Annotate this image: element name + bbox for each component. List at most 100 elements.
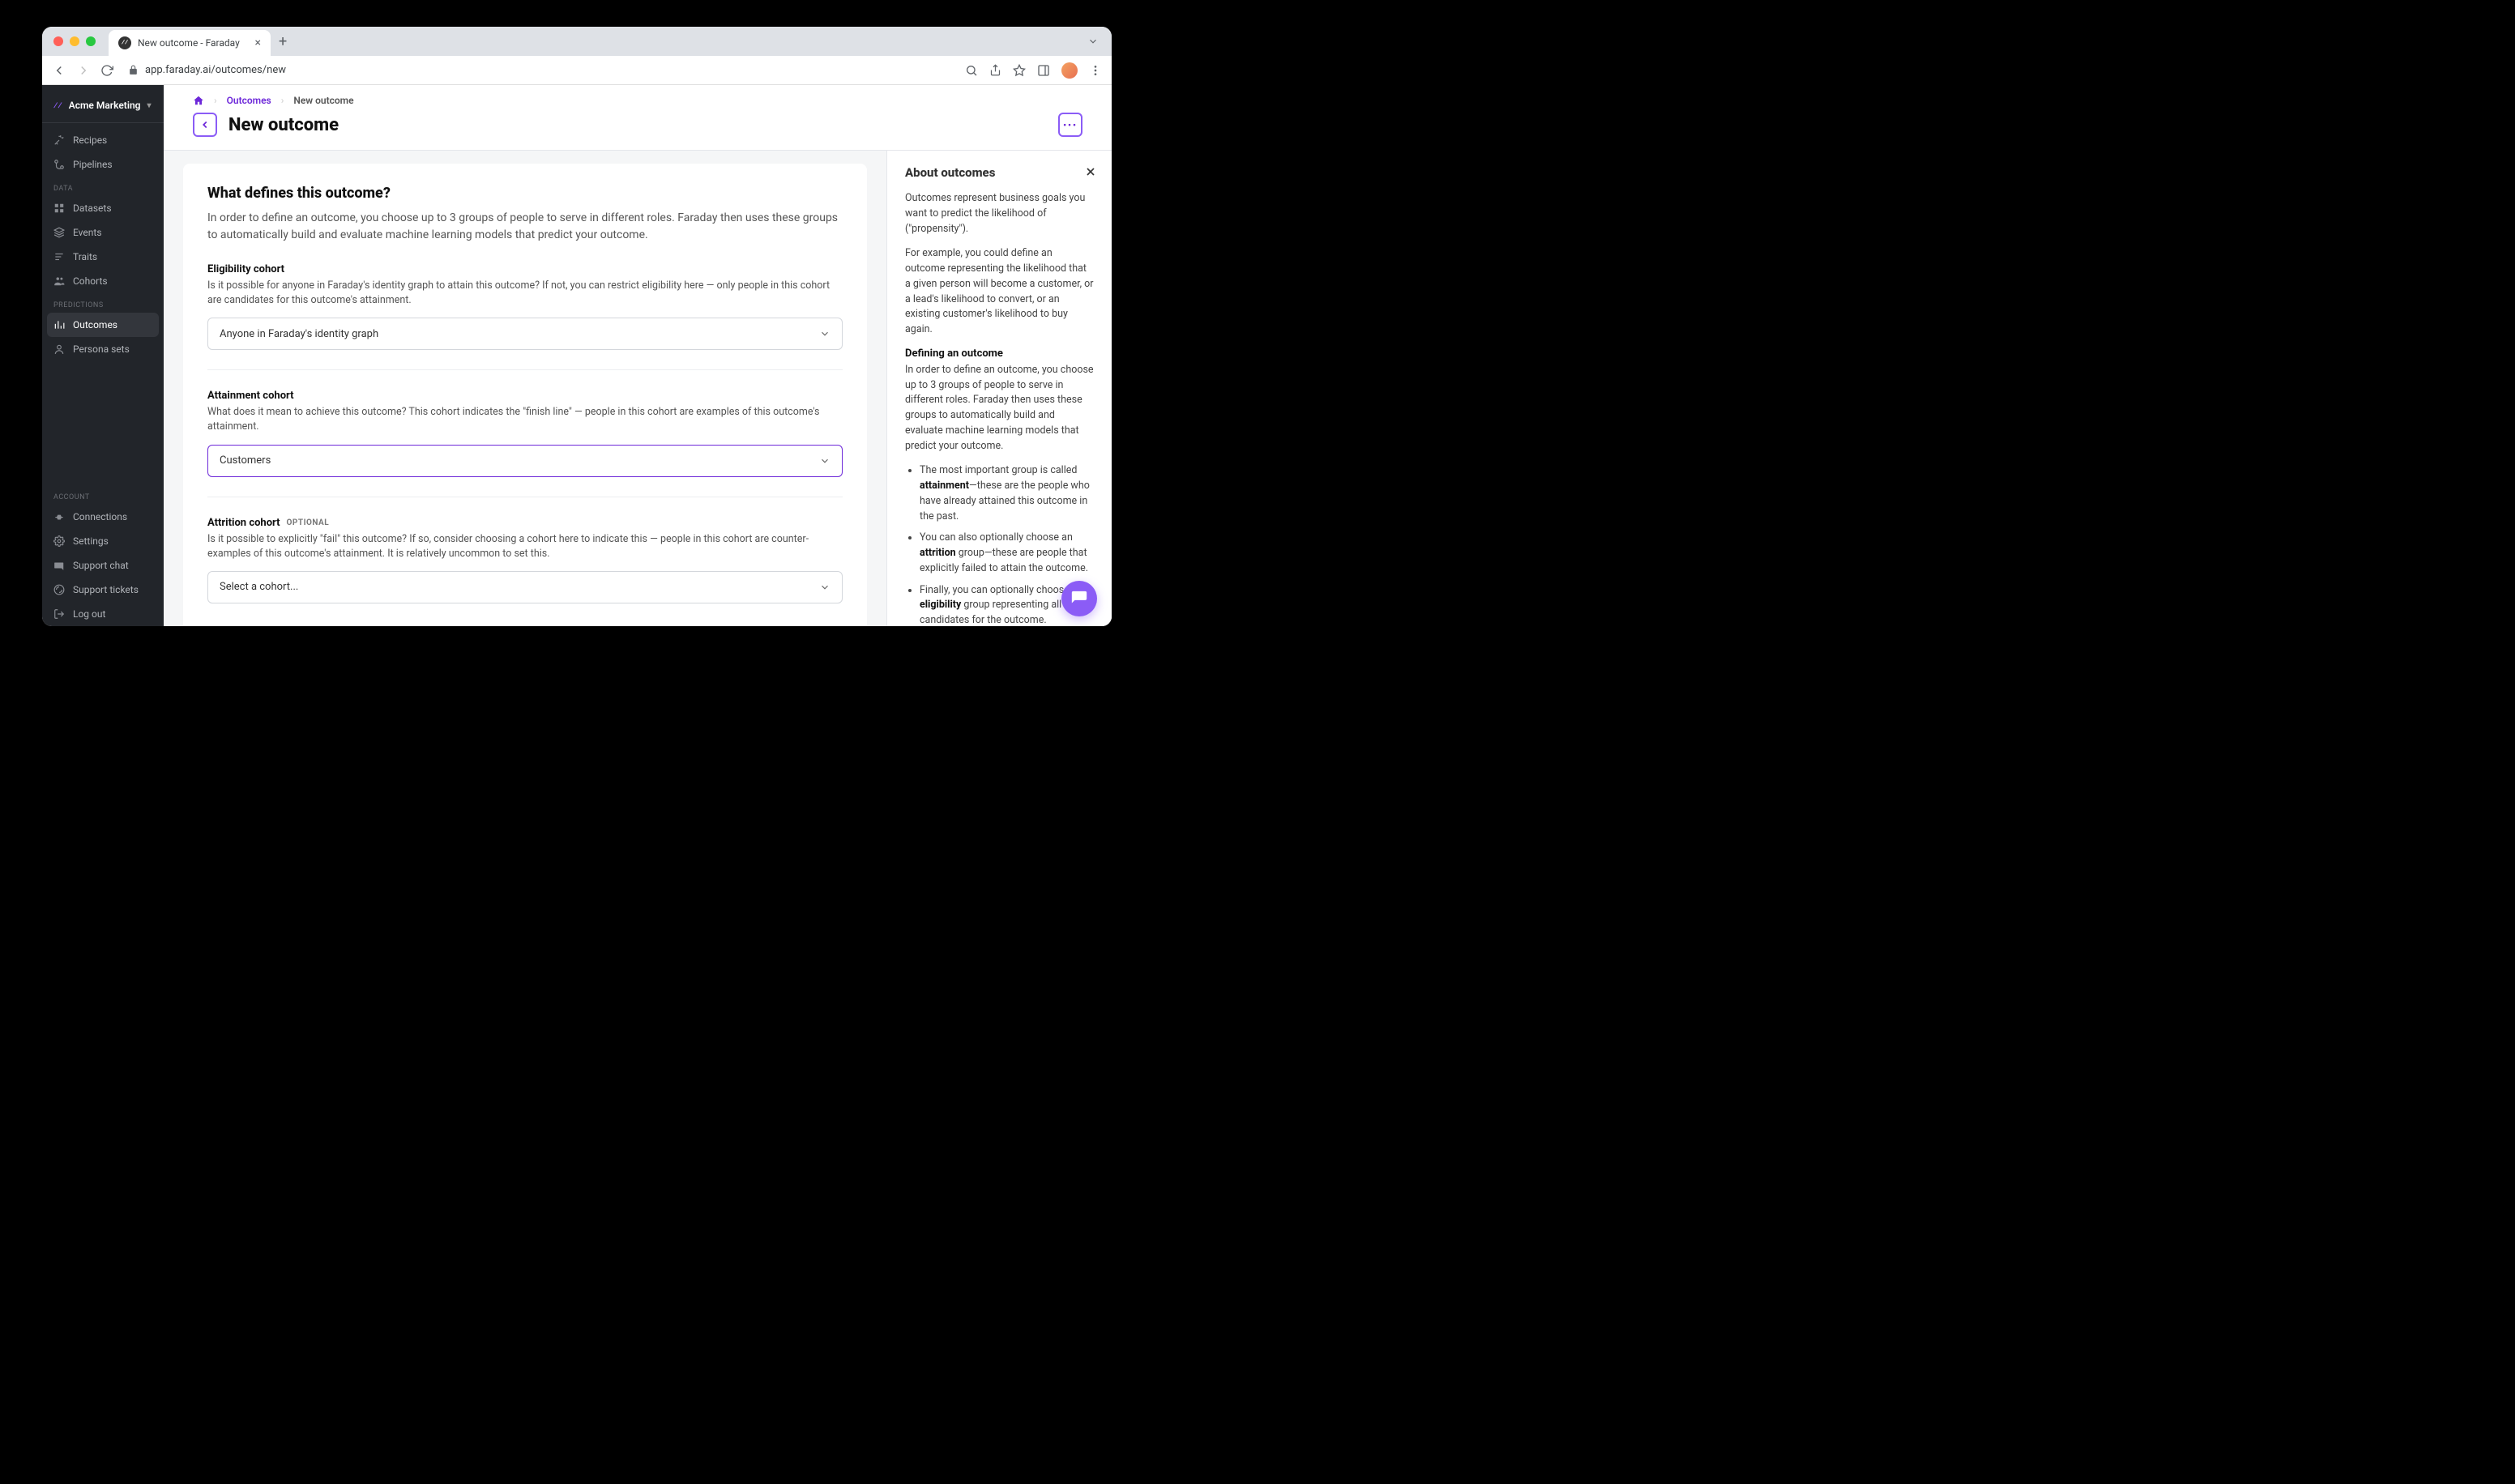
definition-card: What defines this outcome? In order to d… bbox=[183, 164, 867, 626]
breadcrumb-separator: › bbox=[214, 95, 217, 106]
sidebar-item-outcomes[interactable]: Outcomes bbox=[47, 313, 159, 337]
optional-badge: OPTIONAL bbox=[287, 518, 330, 527]
sidebar-item-label: Pipelines bbox=[73, 159, 113, 170]
field-attrition: Attrition cohort OPTIONAL Is it possible… bbox=[207, 517, 843, 603]
help-title: About outcomes bbox=[905, 165, 1094, 180]
profile-avatar[interactable] bbox=[1061, 62, 1078, 79]
url-text: app.faraday.ai/outcomes/new bbox=[145, 64, 286, 76]
page-header: New outcome ••• bbox=[164, 109, 1112, 150]
sidebar: ⁄⁄ Acme Marketing ▾ Recipes Pipelines DA… bbox=[42, 85, 164, 626]
share-icon[interactable] bbox=[989, 64, 1001, 76]
address-bar: app.faraday.ai/outcomes/new bbox=[42, 56, 1112, 85]
card-lead: In order to define an outcome, you choos… bbox=[207, 210, 843, 244]
sidebar-item-connections[interactable]: Connections bbox=[42, 505, 164, 529]
sidebar-item-support-chat[interactable]: Support chat bbox=[42, 553, 164, 578]
window-minimize-button[interactable] bbox=[70, 36, 79, 46]
main: › Outcomes › New outcome New outcome •••… bbox=[164, 85, 1112, 626]
select-value: Select a cohort... bbox=[220, 581, 298, 593]
select-value: Anyone in Faraday's identity graph bbox=[220, 328, 378, 340]
sidebar-item-label: Recipes bbox=[73, 134, 107, 146]
divider bbox=[42, 122, 164, 123]
breadcrumb-current: New outcome bbox=[293, 95, 353, 106]
sidebar-item-label: Support tickets bbox=[73, 584, 139, 595]
chevron-down-icon bbox=[819, 455, 831, 467]
field-label: Eligibility cohort bbox=[207, 263, 843, 275]
chevron-down-icon bbox=[819, 328, 831, 339]
sidebar-item-label: Connections bbox=[73, 511, 127, 522]
close-help-button[interactable] bbox=[1084, 165, 1097, 178]
eligibility-select[interactable]: Anyone in Faraday's identity graph bbox=[207, 318, 843, 350]
sidebar-section-account: ACCOUNT bbox=[42, 485, 164, 505]
attainment-select[interactable]: Customers bbox=[207, 445, 843, 477]
sidebar-item-label: Settings bbox=[73, 535, 109, 547]
help-subheading: Defining an outcome bbox=[905, 348, 1094, 360]
home-icon[interactable] bbox=[193, 95, 204, 106]
sidebar-item-persona-sets[interactable]: Persona sets bbox=[42, 337, 164, 361]
card-heading: What defines this outcome? bbox=[207, 185, 843, 202]
list-item: You can also optionally choose an attrit… bbox=[920, 531, 1094, 576]
zoom-icon[interactable] bbox=[965, 64, 978, 77]
sidebar-item-traits[interactable]: Traits bbox=[42, 245, 164, 269]
window-maximize-button[interactable] bbox=[86, 36, 96, 46]
caret-down-icon: ▾ bbox=[147, 101, 151, 110]
sidebar-item-datasets[interactable]: Datasets bbox=[42, 196, 164, 220]
tab-close-button[interactable]: × bbox=[255, 36, 261, 49]
tab-favicon: ⁄⁄ bbox=[118, 36, 131, 49]
help-paragraph: For example, you could define an outcome… bbox=[905, 246, 1094, 338]
more-actions-button[interactable]: ••• bbox=[1058, 113, 1082, 137]
url-field[interactable]: app.faraday.ai/outcomes/new bbox=[123, 64, 955, 76]
list-item: The most important group is called attai… bbox=[920, 463, 1094, 524]
browser-menu-icon[interactable] bbox=[1089, 64, 1102, 77]
sidebar-item-label: Outcomes bbox=[73, 319, 117, 330]
browser-right-icons bbox=[965, 62, 1102, 79]
sidebar-item-recipes[interactable]: Recipes bbox=[42, 128, 164, 152]
tabs-dropdown-button[interactable] bbox=[1087, 36, 1099, 47]
content-row: What defines this outcome? In order to d… bbox=[164, 151, 1112, 626]
lock-icon bbox=[128, 65, 139, 75]
sidebar-item-pipelines[interactable]: Pipelines bbox=[42, 152, 164, 177]
sidebar-item-logout[interactable]: Log out bbox=[42, 602, 164, 626]
sidebar-item-label: Cohorts bbox=[73, 275, 108, 287]
select-value: Customers bbox=[220, 454, 271, 467]
help-paragraph: In order to define an outcome, you choos… bbox=[905, 363, 1094, 454]
chat-widget-button[interactable] bbox=[1061, 581, 1097, 616]
help-paragraph: Outcomes represent business goals you wa… bbox=[905, 191, 1094, 237]
field-attainment: Attainment cohort What does it mean to a… bbox=[207, 390, 843, 476]
field-description: Is it possible for anyone in Faraday's i… bbox=[207, 279, 843, 308]
back-button[interactable] bbox=[193, 113, 217, 137]
tab-bar: ⁄⁄ New outcome - Faraday × + bbox=[42, 27, 1112, 56]
sidebar-item-settings[interactable]: Settings bbox=[42, 529, 164, 553]
chevron-down-icon bbox=[819, 582, 831, 593]
nav-reload-button[interactable] bbox=[100, 64, 113, 77]
nav-back-button[interactable] bbox=[52, 63, 66, 78]
sidebar-item-label: Support chat bbox=[73, 560, 129, 571]
divider bbox=[207, 369, 843, 370]
field-eligibility: Eligibility cohort Is it possible for an… bbox=[207, 263, 843, 350]
sidebar-section-data: DATA bbox=[42, 177, 164, 196]
sidebar-item-label: Traits bbox=[73, 251, 97, 262]
sidebar-item-cohorts[interactable]: Cohorts bbox=[42, 269, 164, 293]
field-label: Attainment cohort bbox=[207, 390, 843, 402]
app-root: ⁄⁄ Acme Marketing ▾ Recipes Pipelines DA… bbox=[42, 85, 1112, 626]
sidebar-item-label: Events bbox=[73, 227, 102, 238]
org-switcher[interactable]: ⁄⁄ Acme Marketing ▾ bbox=[42, 93, 164, 117]
sidepanel-icon[interactable] bbox=[1037, 64, 1050, 77]
window-close-button[interactable] bbox=[53, 36, 63, 46]
form-column: What defines this outcome? In order to d… bbox=[164, 151, 886, 626]
new-tab-button[interactable]: + bbox=[279, 33, 287, 50]
browser-tab[interactable]: ⁄⁄ New outcome - Faraday × bbox=[109, 30, 271, 56]
sidebar-item-support-tickets[interactable]: Support tickets bbox=[42, 578, 164, 602]
help-panel: About outcomes Outcomes represent busine… bbox=[886, 151, 1112, 626]
field-description: What does it mean to achieve this outcom… bbox=[207, 405, 843, 434]
window-controls bbox=[53, 36, 96, 46]
attrition-select[interactable]: Select a cohort... bbox=[207, 571, 843, 603]
nav-forward-button[interactable] bbox=[76, 63, 91, 78]
field-label: Attrition cohort OPTIONAL bbox=[207, 517, 843, 529]
sidebar-item-label: Datasets bbox=[73, 203, 112, 214]
field-description: Is it possible to explicitly "fail" this… bbox=[207, 532, 843, 561]
breadcrumb: › Outcomes › New outcome bbox=[164, 85, 1112, 109]
tab-title: New outcome - Faraday bbox=[138, 37, 240, 49]
sidebar-item-events[interactable]: Events bbox=[42, 220, 164, 245]
breadcrumb-outcomes[interactable]: Outcomes bbox=[227, 95, 271, 106]
bookmark-icon[interactable] bbox=[1013, 64, 1026, 77]
